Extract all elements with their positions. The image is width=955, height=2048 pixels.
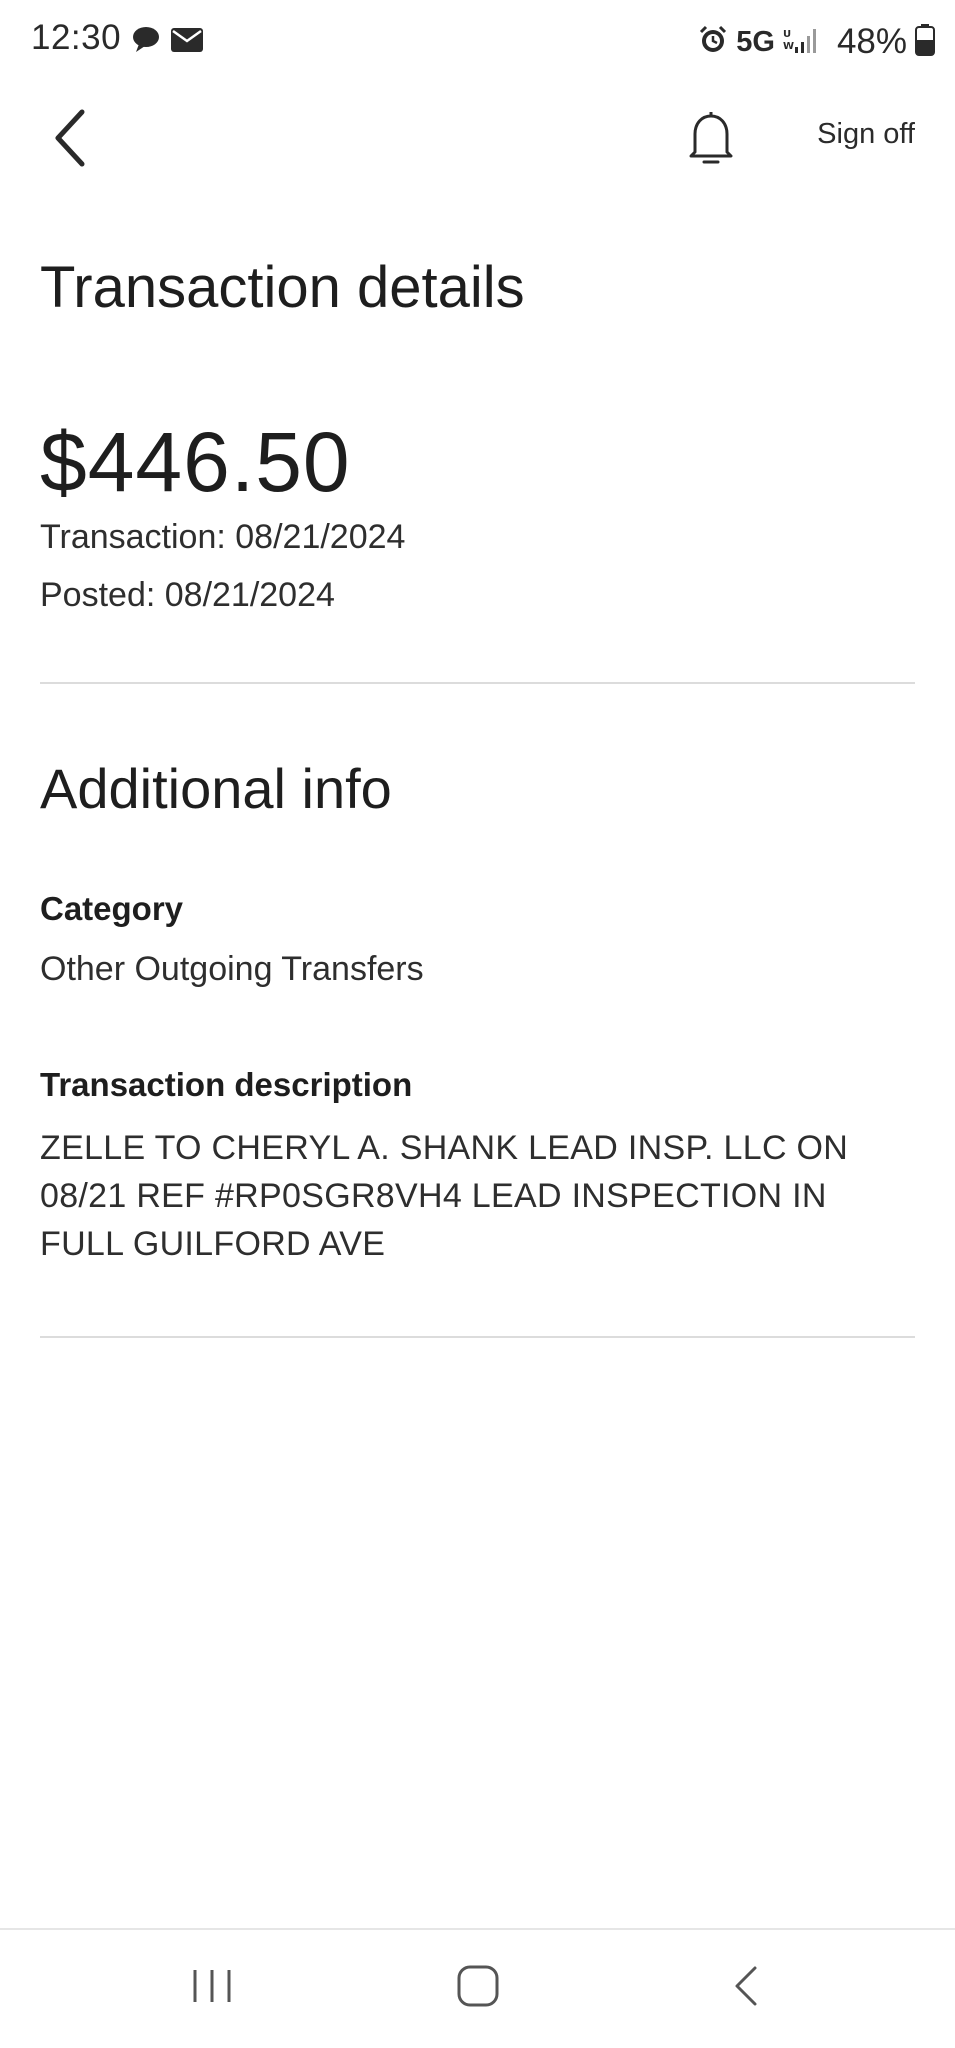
navigation-bar [0, 1928, 955, 2048]
description-label: Transaction description [40, 1066, 413, 1103]
svg-text:W: W [783, 41, 794, 52]
signal-icon: U W [783, 25, 823, 60]
divider-top [40, 682, 915, 684]
system-back-button[interactable] [696, 1948, 796, 2028]
home-button[interactable] [428, 1948, 528, 2028]
category-label: Category [40, 890, 184, 927]
status-bar: 12:30 5G U W 48% [0, 0, 955, 84]
additional-info-title: Additional info [40, 757, 392, 820]
posted-date: Posted: 08/21/2024 [40, 576, 335, 614]
status-right-group: 5G U W 48% [698, 18, 935, 66]
alarm-icon [698, 25, 728, 60]
status-time: 12:30 [31, 18, 122, 57]
notifications-button[interactable] [680, 100, 742, 180]
category-value: Other Outgoing Transfers [40, 950, 424, 988]
back-chevron-icon [50, 108, 90, 173]
transaction-amount: $446.50 [40, 415, 351, 509]
recent-apps-button[interactable] [162, 1948, 262, 2028]
battery-icon [915, 23, 935, 61]
transaction-date: Transaction: 08/21/2024 [40, 518, 406, 556]
sign-off-link[interactable]: Sign off [817, 118, 915, 151]
divider-bottom [40, 1336, 915, 1338]
back-icon [731, 1964, 761, 2013]
svg-text:U: U [783, 29, 791, 40]
network-label: 5G [736, 25, 775, 58]
back-button[interactable] [40, 100, 100, 180]
battery-percent: 48% [836, 22, 907, 61]
page-title: Transaction details [40, 255, 525, 320]
home-icon [456, 1964, 500, 2013]
description-value: ZELLE TO CHERYL A. SHANK LEAD INSP. LLC … [40, 1129, 849, 1263]
mail-icon [171, 28, 203, 57]
transaction-details-screen: 12:30 5G U W 48% Sign off Transaction de… [0, 0, 955, 2048]
bell-icon [686, 110, 736, 171]
recent-apps-icon [191, 1966, 233, 2011]
chat-bubble-icon [131, 24, 161, 59]
